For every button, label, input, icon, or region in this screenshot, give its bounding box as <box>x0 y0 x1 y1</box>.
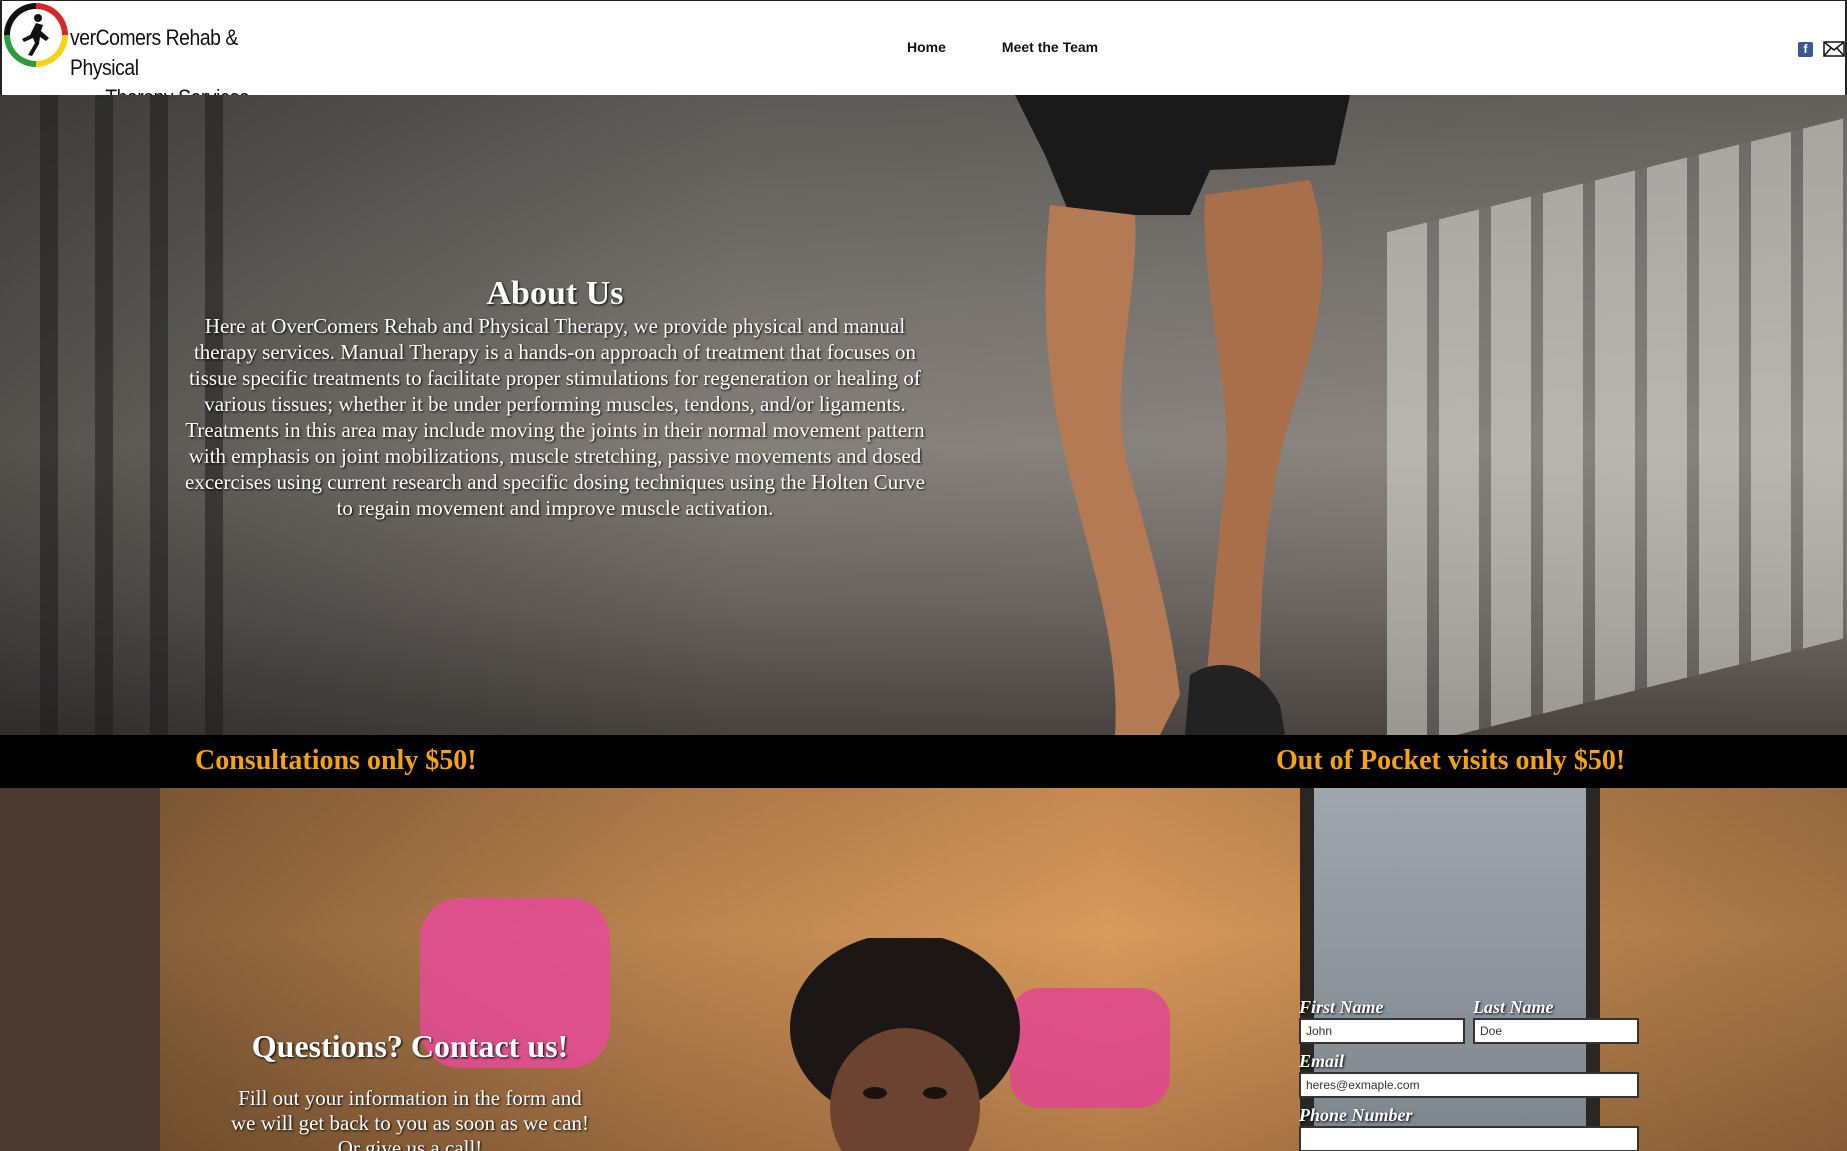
background-rail <box>150 95 168 735</box>
phone-label: Phone Number <box>1299 1105 1413 1125</box>
background-windows <box>1387 117 1847 735</box>
last-name-group: Last Name <box>1473 996 1639 1044</box>
facebook-icon[interactable]: f <box>1798 41 1813 57</box>
site-header: verComers Rehab & Physical Therapy Servi… <box>0 0 1847 110</box>
about-title: About Us <box>486 275 624 312</box>
logo-line-1: verComers Rehab & Physical <box>70 25 238 80</box>
contact-body: Fill out your information in the form an… <box>230 1086 590 1151</box>
background-rail <box>95 95 113 735</box>
last-name-label: Last Name <box>1473 997 1554 1017</box>
name-row: First Name Last Name <box>1299 996 1639 1044</box>
promo-consultations: Consultations only $50! <box>195 745 477 776</box>
nav-meet-the-team[interactable]: Meet the Team <box>1002 39 1098 55</box>
background-rail <box>40 95 58 735</box>
contact-person-image <box>790 938 1020 1151</box>
social-links: f <box>1798 41 1845 57</box>
promo-out-of-pocket: Out of Pocket visits only $50! <box>1276 745 1626 776</box>
first-name-group: First Name <box>1299 996 1465 1044</box>
contact-title: Questions? Contact us! <box>251 1028 569 1064</box>
background-wall <box>0 788 160 1151</box>
about-block: About Us Here at OverComers Rehab and Ph… <box>185 275 925 521</box>
first-name-field[interactable] <box>1299 1018 1465 1044</box>
contact-block: Questions? Contact us! Fill out your inf… <box>230 1026 590 1151</box>
nav-home[interactable]: Home <box>907 39 946 55</box>
runner-icon <box>22 14 49 56</box>
contact-form: First Name Last Name Email Phone Number <box>1299 996 1639 1151</box>
phone-group: Phone Number <box>1299 1104 1639 1151</box>
email-label: Email <box>1299 1051 1345 1071</box>
promo-bar: Consultations only $50! Out of Pocket vi… <box>0 735 1847 788</box>
phone-field[interactable] <box>1299 1126 1639 1151</box>
main-nav: Home Meet the Team <box>907 39 1098 55</box>
hero-legs-image <box>1015 95 1350 735</box>
last-name-field[interactable] <box>1473 1018 1639 1044</box>
email-field[interactable] <box>1299 1072 1639 1098</box>
email-group: Email <box>1299 1050 1639 1098</box>
contact-section: Questions? Contact us! Fill out your inf… <box>0 788 1847 1151</box>
hero-section: About Us Here at OverComers Rehab and Ph… <box>0 95 1847 735</box>
first-name-label: First Name <box>1299 997 1384 1017</box>
mail-icon[interactable] <box>1823 41 1845 57</box>
site-logo[interactable]: verComers Rehab & Physical Therapy Servi… <box>4 3 304 110</box>
about-body: Here at OverComers Rehab and Physical Th… <box>185 314 926 520</box>
